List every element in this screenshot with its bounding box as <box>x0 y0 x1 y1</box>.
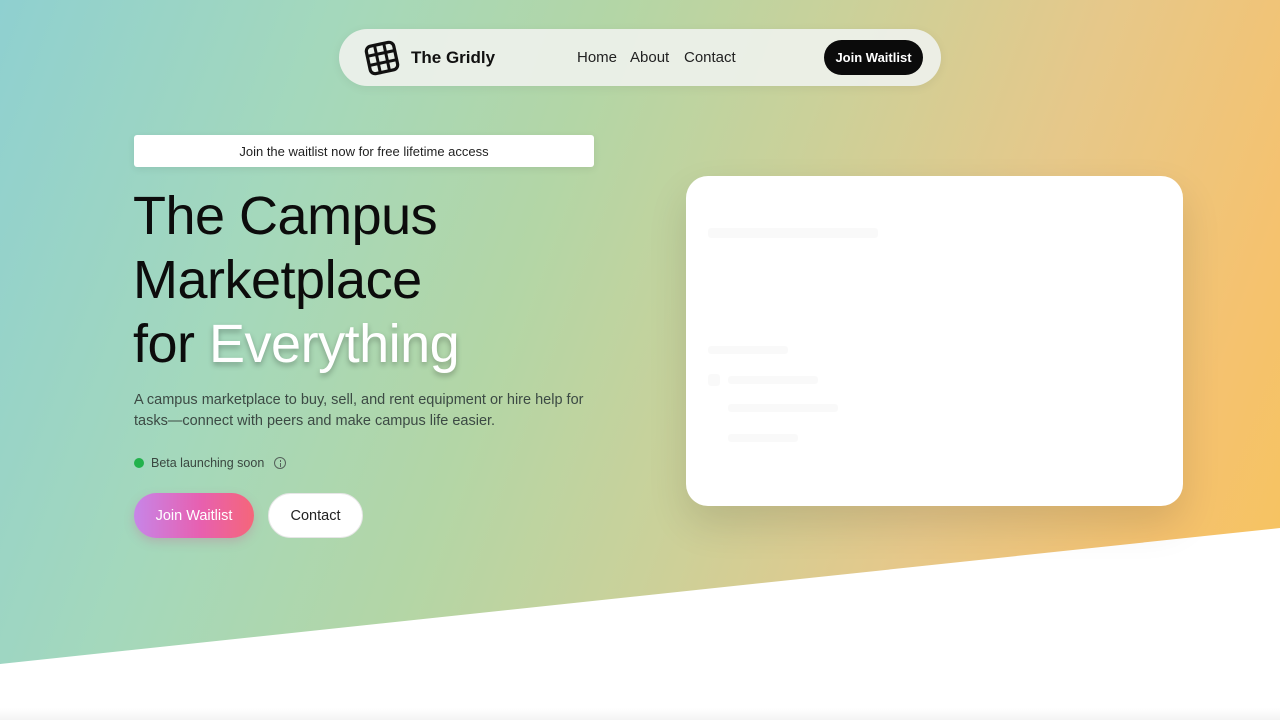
headline-line-3: for Everything <box>133 312 653 376</box>
join-waitlist-button[interactable]: Join Waitlist <box>134 493 254 538</box>
headline-highlight: Everything <box>209 314 460 374</box>
nav-link-about[interactable]: About <box>630 49 669 66</box>
brand-name[interactable]: The Gridly <box>411 48 495 68</box>
nav-link-home[interactable]: Home <box>577 49 617 66</box>
info-icon[interactable] <box>274 457 287 469</box>
card-placeholder-line <box>728 404 838 412</box>
headline-line-1: The Campus <box>133 186 438 246</box>
contact-button[interactable]: Contact <box>268 493 363 538</box>
nav-link-contact[interactable]: Contact <box>684 49 736 66</box>
beta-status: Beta launching soon <box>134 455 287 471</box>
headline-line-3-prefix: for <box>133 314 210 374</box>
headline-line-2: Marketplace <box>133 250 422 310</box>
card-placeholder-line <box>728 376 818 384</box>
status-text: Beta launching soon <box>151 456 265 470</box>
card-placeholder-line <box>728 434 798 442</box>
card-placeholder-icon <box>708 374 720 386</box>
preview-card <box>686 176 1183 506</box>
nav-join-waitlist-button[interactable]: Join Waitlist <box>824 40 923 75</box>
hero-headline: The Campus Marketplace for Everything <box>133 184 653 376</box>
grid-logo-icon[interactable] <box>364 40 400 76</box>
bottom-band <box>0 708 1280 720</box>
top-navigation: The Gridly Home About Contact Join Waitl… <box>339 29 941 86</box>
waitlist-banner[interactable]: Join the waitlist now for free lifetime … <box>134 135 594 167</box>
card-placeholder-line <box>708 346 788 354</box>
hero-description: A campus marketplace to buy, sell, and r… <box>134 392 584 429</box>
green-dot-icon <box>134 458 144 468</box>
card-placeholder-line <box>708 228 878 238</box>
